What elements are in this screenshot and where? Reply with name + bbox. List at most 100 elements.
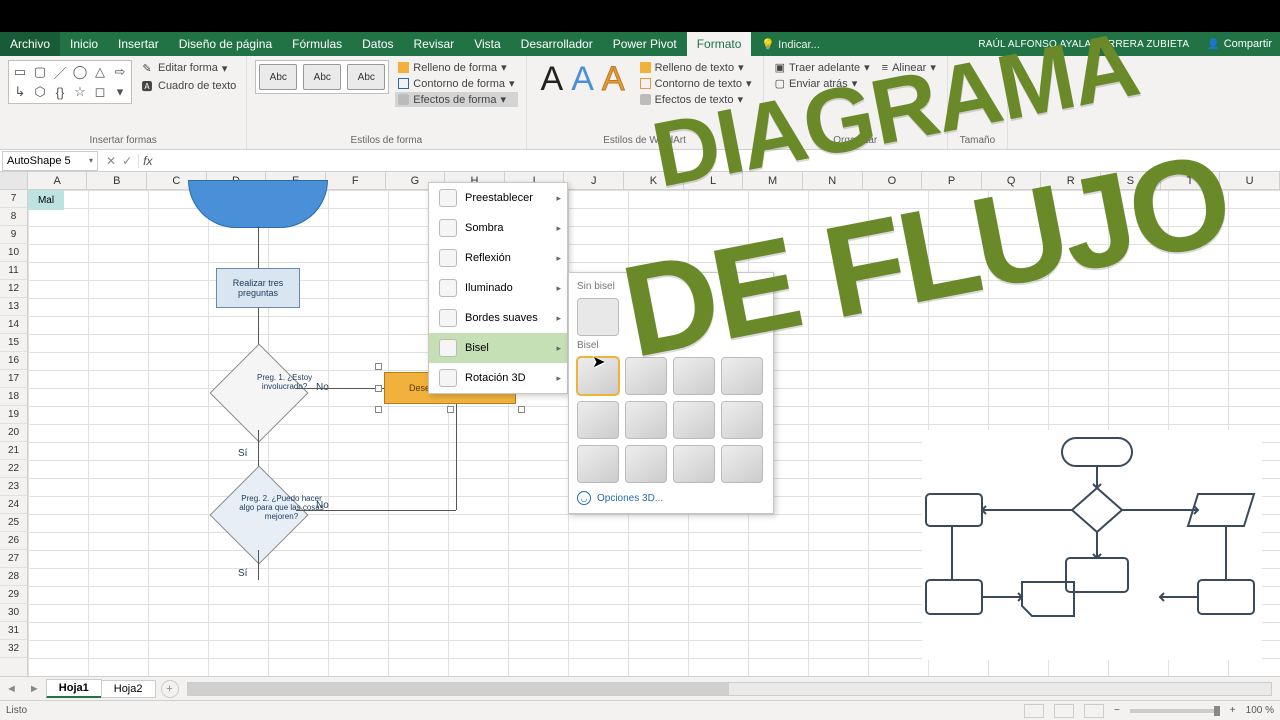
shape-oval-icon[interactable]: ◯ [71,63,89,81]
row-header[interactable]: 11 [0,262,27,280]
shape-rounded-icon[interactable]: ▢ [31,63,49,81]
zoom-out-button[interactable]: − [1114,705,1120,716]
row-header[interactable]: 16 [0,352,27,370]
style-sample-1[interactable]: Abc [259,64,297,90]
shape-hex-icon[interactable]: ⬡ [31,83,49,101]
row-header[interactable]: 17 [0,370,27,388]
new-sheet-button[interactable]: + [161,680,179,698]
row-header[interactable]: 20 [0,424,27,442]
bevel-option[interactable] [625,357,667,395]
bevel-option[interactable] [577,445,619,483]
tab-diseno[interactable]: Diseño de página [169,32,282,56]
view-normal-button[interactable] [1024,704,1044,718]
row-header[interactable]: 32 [0,640,27,658]
row-header[interactable]: 28 [0,568,27,586]
name-box-dropdown-icon[interactable]: ▾ [89,156,93,165]
bevel-option[interactable] [625,445,667,483]
column-header[interactable]: A [28,172,88,189]
text-fill-button[interactable]: Relleno de texto ▾ [637,60,755,75]
row-header[interactable]: 30 [0,604,27,622]
flow-terminator[interactable] [188,180,328,228]
name-box[interactable]: AutoShape 5▾ [2,151,98,171]
shape-line-icon[interactable]: ／ [51,63,69,81]
tab-inicio[interactable]: Inicio [60,32,108,56]
column-header[interactable]: P [922,172,982,189]
resize-handle[interactable] [375,406,382,413]
row-header[interactable]: 31 [0,622,27,640]
shape-brace-icon[interactable]: {} [51,83,69,101]
tab-revisar[interactable]: Revisar [404,32,465,56]
shape-star-icon[interactable]: ☆ [71,83,89,101]
row-header[interactable]: 19 [0,406,27,424]
row-header[interactable]: 22 [0,460,27,478]
row-header[interactable]: 25 [0,514,27,532]
text-outline-button[interactable]: Contorno de texto ▾ [637,76,755,91]
shape-more-icon[interactable]: ▾ [111,83,129,101]
effects-preset[interactable]: Preestablecer▸ [429,183,567,213]
bevel-option[interactable] [721,445,763,483]
shape-connector-icon[interactable]: ↳ [11,83,29,101]
style-sample-2[interactable]: Abc [303,64,341,90]
view-page-break-button[interactable] [1084,704,1104,718]
row-header[interactable]: 9 [0,226,27,244]
effects-soft-edges[interactable]: Bordes suaves▸ [429,303,567,333]
wordart-sample-1[interactable]: A [541,60,564,99]
column-header[interactable]: T [1161,172,1221,189]
sheet-nav-prev[interactable]: ◄ [0,683,23,695]
row-header[interactable]: 24 [0,496,27,514]
row-header[interactable]: 15 [0,334,27,352]
resize-handle[interactable] [518,406,525,413]
effects-bevel[interactable]: Bisel▸ [429,333,567,363]
shapes-gallery[interactable]: ▭ ▢ ／ ◯ △ ⇨ ↳ ⬡ {} ☆ ◻ ▾ [8,60,132,104]
row-header[interactable]: 23 [0,478,27,496]
bevel-option[interactable] [673,357,715,395]
row-header[interactable]: 13 [0,298,27,316]
bevel-option[interactable] [673,445,715,483]
row-header[interactable]: 21 [0,442,27,460]
shape-outline-button[interactable]: Contorno de forma ▾ [395,76,517,91]
align-button[interactable]: ≡Alinear ▾ [879,60,939,75]
zoom-slider[interactable] [1130,709,1220,713]
column-header[interactable]: J [564,172,624,189]
tab-datos[interactable]: Datos [352,32,403,56]
bevel-option[interactable] [721,401,763,439]
sheet-tab-hoja1[interactable]: Hoja1 [46,679,102,698]
tab-file[interactable]: Archivo [0,32,60,56]
column-header[interactable]: Q [982,172,1042,189]
column-header[interactable]: K [624,172,684,189]
enter-formula-icon[interactable]: ✓ [122,154,132,168]
bevel-option[interactable] [577,401,619,439]
text-box-button[interactable]: 🅰Cuadro de texto [138,78,238,94]
shape-rect-icon[interactable]: ▭ [11,63,29,81]
sheet-tab-hoja2[interactable]: Hoja2 [101,680,156,698]
bevel-option[interactable] [577,357,619,395]
bevel-option-none[interactable] [577,298,619,336]
shape-effects-button[interactable]: Efectos de forma ▾ [395,92,517,107]
shape-style-gallery[interactable]: Abc Abc Abc [255,60,389,94]
bevel-option[interactable] [721,357,763,395]
bevel-option[interactable] [625,401,667,439]
row-header[interactable]: 7 [0,190,27,208]
style-sample-3[interactable]: Abc [347,64,385,90]
shape-callout-icon[interactable]: ◻ [91,83,109,101]
column-header[interactable]: U [1220,172,1280,189]
shape-fill-button[interactable]: Relleno de forma ▾ [395,60,517,75]
shape-arrow-icon[interactable]: ⇨ [111,63,129,81]
row-header[interactable]: 12 [0,280,27,298]
tab-formato[interactable]: Formato [687,32,752,56]
effects-3d-rotation[interactable]: Rotación 3D▸ [429,363,567,393]
send-backward-button[interactable]: ▢Enviar atrás ▾ [772,76,873,91]
effects-glow[interactable]: Iluminado▸ [429,273,567,303]
bevel-option[interactable] [673,401,715,439]
cancel-formula-icon[interactable]: ✕ [106,154,116,168]
bevel-3d-options[interactable]: ◡Opciones 3D... [575,485,767,507]
tab-insertar[interactable]: Insertar [108,32,169,56]
account-user-name[interactable]: RAÚL ALFONSO AYALA HERRERA ZUBIETA [968,39,1199,50]
select-all-corner[interactable] [0,172,28,189]
row-header[interactable]: 18 [0,388,27,406]
column-header[interactable]: N [803,172,863,189]
column-header[interactable]: R [1041,172,1101,189]
shape-triangle-icon[interactable]: △ [91,63,109,81]
flow-process-1[interactable]: Realizar tres preguntas [216,268,300,308]
edit-shape-button[interactable]: ✎Editar forma ▾ [138,60,238,76]
